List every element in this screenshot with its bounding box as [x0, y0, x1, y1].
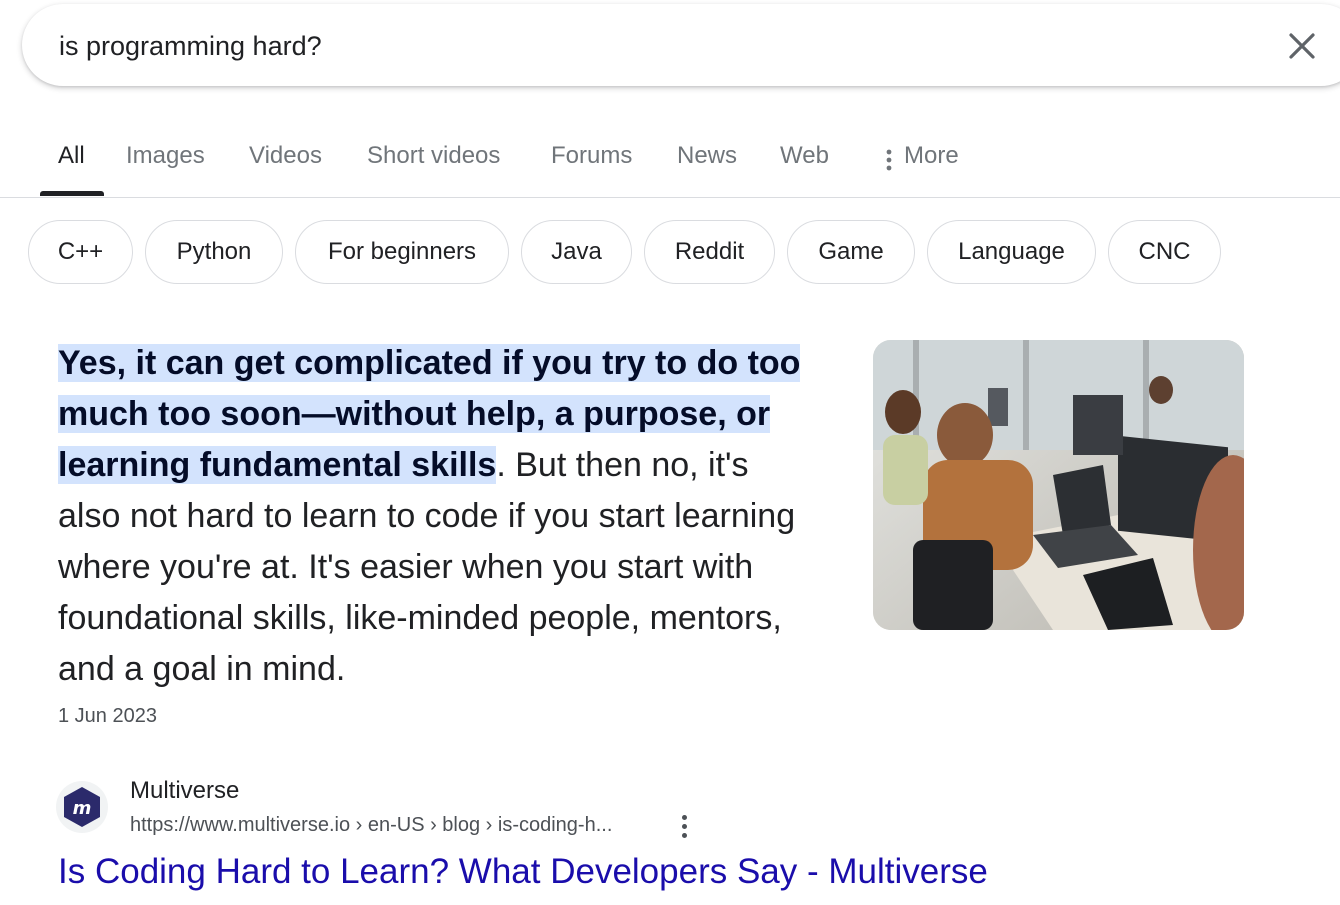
- search-input[interactable]: [59, 28, 1219, 64]
- snippet-date: 1 Jun 2023: [58, 705, 157, 727]
- tab-label: Videos: [249, 142, 322, 169]
- tab-more[interactable]: More: [884, 142, 959, 198]
- tab-web[interactable]: Web: [780, 142, 829, 198]
- tab-news[interactable]: News: [677, 142, 737, 198]
- tab-images[interactable]: Images: [126, 142, 205, 198]
- tab-all[interactable]: All: [58, 142, 85, 198]
- close-icon: [1289, 33, 1315, 59]
- chip-label: Game: [818, 238, 884, 265]
- result-title-link[interactable]: Is Coding Hard to Learn? What Developers…: [58, 852, 988, 892]
- chip-label: C++: [57, 238, 104, 265]
- featured-image[interactable]: [873, 340, 1244, 630]
- chip-cnc[interactable]: CNC: [1108, 220, 1221, 284]
- source-name[interactable]: Multiverse: [130, 777, 239, 805]
- source-favicon[interactable]: m: [56, 781, 108, 833]
- tab-forums[interactable]: Forums: [551, 142, 632, 198]
- chip-label: Python: [176, 238, 252, 265]
- more-options-icon[interactable]: [674, 812, 694, 840]
- tab-label: More: [904, 142, 959, 169]
- chip-label: Language: [958, 238, 1065, 265]
- tab-label: Web: [780, 142, 829, 169]
- svg-text:m: m: [73, 798, 92, 819]
- chip-language[interactable]: Language: [927, 220, 1096, 284]
- tab-label: All: [58, 142, 85, 169]
- tab-videos[interactable]: Videos: [249, 142, 322, 198]
- chip-cpp[interactable]: C++: [28, 220, 133, 284]
- multiverse-logo-icon: m: [64, 787, 100, 827]
- tab-label: Forums: [551, 142, 633, 169]
- chip-for-beginners[interactable]: For beginners: [295, 220, 509, 284]
- chip-python[interactable]: Python: [145, 220, 283, 284]
- chip-reddit[interactable]: Reddit: [644, 220, 775, 284]
- active-tab-indicator: [40, 191, 104, 196]
- tab-label: Short videos: [367, 142, 501, 169]
- chip-game[interactable]: Game: [787, 220, 915, 284]
- chip-label: For beginners: [327, 238, 477, 265]
- chip-label: Reddit: [674, 238, 745, 265]
- tab-label: Images: [126, 142, 205, 169]
- featured-snippet-text: Yes, it can get complicated if you try t…: [58, 338, 818, 695]
- chip-label: Java: [551, 238, 602, 265]
- tab-label: News: [677, 142, 738, 169]
- office-coding-photo: [873, 340, 1244, 630]
- search-bar: [22, 4, 1340, 86]
- chip-java[interactable]: Java: [521, 220, 632, 284]
- search-tabs: All Images Videos Short videos Forums Ne…: [0, 128, 1340, 198]
- tab-short-videos[interactable]: Short videos: [367, 142, 500, 198]
- source-url[interactable]: https://www.multiverse.io › en-US › blog…: [130, 814, 612, 837]
- more-vert-icon: [886, 149, 892, 171]
- chip-label: CNC: [1138, 238, 1191, 265]
- clear-search-button[interactable]: [1284, 26, 1320, 66]
